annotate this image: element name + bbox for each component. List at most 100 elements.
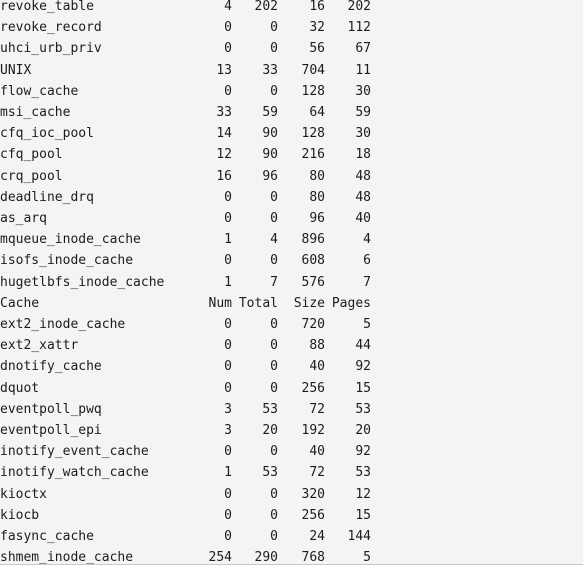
row-trailing-space	[371, 484, 583, 505]
cache-num-cell: 13	[216, 62, 232, 78]
column-header-name: Cache	[0, 295, 40, 311]
cache-pages-cell: 53	[355, 465, 371, 481]
cache-name-cell: kioctx	[0, 486, 47, 502]
cache-size-cell: 96	[309, 211, 325, 227]
table-row: isofs_inode_cache 0 0 608 6	[0, 250, 583, 271]
table-row: ext2_inode_cache 0 0 720 5	[0, 314, 583, 335]
column-header-pages: Pages	[331, 295, 371, 311]
cache-name-cell: dnotify_cache	[0, 359, 102, 375]
cache-size-cell: 192	[301, 423, 325, 439]
table-row: flow_cache 0 0 128 30	[0, 81, 583, 102]
row-trailing-space	[371, 102, 583, 123]
row-trailing-space	[371, 272, 583, 293]
table-row: revoke_table 4 202 16 202	[0, 0, 583, 17]
table-row: mqueue_inode_cache 1 4 896 4	[0, 229, 583, 250]
table-row: cfq_ioc_pool 14 90 128 30	[0, 123, 583, 144]
table-row: uhci_urb_priv 0 0 56 67	[0, 38, 583, 59]
cache-pages-cell: 15	[355, 507, 371, 523]
row-trailing-space	[371, 60, 583, 81]
cache-size-cell: 128	[301, 83, 325, 99]
cache-name-cell: inotify_event_cache	[0, 444, 149, 460]
cache-num-cell: 12	[216, 147, 232, 163]
cache-total-cell: 7	[270, 274, 278, 290]
column-header-size: Size	[293, 295, 325, 311]
table-row: inotify_watch_cache 1 53 72 53	[0, 462, 583, 483]
cache-size-cell: 768	[301, 550, 325, 565]
table-row: eventpoll_pwq 3 53 72 53	[0, 399, 583, 420]
table-row: ext2_xattr 0 0 88 44	[0, 335, 583, 356]
cache-size-cell: 576	[301, 274, 325, 290]
row-trailing-space	[371, 399, 583, 420]
cache-name-cell: shmem_inode_cache	[0, 550, 134, 565]
cache-pages-cell: 48	[355, 168, 371, 184]
cache-pages-cell: 202	[347, 0, 371, 14]
cache-num-cell: 14	[216, 126, 232, 142]
cache-pages-cell: 67	[355, 41, 371, 57]
table-row: shmem_inode_cache 254 290 768 5	[0, 547, 583, 565]
row-trailing-space	[371, 378, 583, 399]
table-row: hugetlbfs_inode_cache 1 7 576 7	[0, 272, 583, 293]
cache-size-cell: 216	[301, 147, 325, 163]
table-row: crq_pool 16 96 80 48	[0, 166, 583, 187]
cache-name-cell: fasync_cache	[0, 529, 94, 545]
cache-total-cell: 0	[270, 317, 278, 333]
cache-num-cell: 1	[224, 274, 232, 290]
cache-name-cell: flow_cache	[0, 83, 79, 99]
cache-name-cell: ext2_xattr	[0, 338, 79, 354]
row-trailing-space	[371, 526, 583, 547]
cache-total-cell: 0	[270, 359, 278, 375]
cache-pages-cell: 6	[363, 253, 371, 269]
cache-pages-cell: 44	[355, 338, 371, 354]
cache-name-cell: ext2_inode_cache	[0, 317, 126, 333]
cache-num-cell: 0	[224, 338, 232, 354]
cache-pages-cell: 92	[355, 444, 371, 460]
row-trailing-space	[371, 144, 583, 165]
cache-size-cell: 16	[309, 0, 325, 14]
cache-pages-cell: 5	[363, 550, 371, 565]
row-trailing-space	[371, 81, 583, 102]
cache-size-cell: 704	[301, 62, 325, 78]
cache-name-cell: dquot	[0, 380, 40, 396]
cache-num-cell: 0	[224, 211, 232, 227]
cache-pages-cell: 53	[355, 401, 371, 417]
cache-pages-cell: 12	[355, 486, 371, 502]
cache-total-cell: 0	[270, 41, 278, 57]
row-trailing-space	[371, 356, 583, 377]
cache-name-cell: isofs_inode_cache	[0, 253, 134, 269]
cache-size-cell: 256	[301, 507, 325, 523]
cache-num-cell: 4	[224, 0, 232, 14]
cache-total-cell: 20	[262, 423, 278, 439]
cache-size-cell: 72	[309, 465, 325, 481]
cache-num-cell: 0	[224, 41, 232, 57]
cache-total-cell: 4	[270, 232, 278, 248]
cache-size-cell: 24	[309, 529, 325, 545]
table-row: fasync_cache 0 0 24 144	[0, 526, 583, 547]
cache-total-cell: 33	[262, 62, 278, 78]
cache-size-cell: 80	[309, 168, 325, 184]
cache-size-cell: 80	[309, 189, 325, 205]
row-trailing-space	[371, 250, 583, 271]
cache-num-cell: 0	[224, 189, 232, 205]
cache-total-cell: 0	[270, 486, 278, 502]
row-trailing-space	[371, 166, 583, 187]
table-row: inotify_event_cache 0 0 40 92	[0, 441, 583, 462]
cache-num-cell: 1	[224, 232, 232, 248]
cache-num-cell: 1	[224, 465, 232, 481]
cache-num-cell: 3	[224, 423, 232, 439]
table-row: cfq_pool 12 90 216 18	[0, 144, 583, 165]
table-row: deadline_drq 0 0 80 48	[0, 187, 583, 208]
cache-total-cell: 0	[270, 211, 278, 227]
cache-total-cell: 53	[262, 401, 278, 417]
row-trailing-space	[371, 335, 583, 356]
cache-total-cell: 202	[254, 0, 278, 14]
row-trailing-space	[371, 314, 583, 335]
cache-pages-cell: 48	[355, 189, 371, 205]
cache-size-cell: 720	[301, 317, 325, 333]
cache-total-cell: 0	[270, 380, 278, 396]
cache-total-cell: 0	[270, 253, 278, 269]
cache-name-cell: msi_cache	[0, 105, 71, 121]
cache-pages-cell: 30	[355, 83, 371, 99]
cache-total-cell: 290	[254, 550, 278, 565]
cache-size-cell: 320	[301, 486, 325, 502]
cache-size-cell: 64	[309, 105, 325, 121]
